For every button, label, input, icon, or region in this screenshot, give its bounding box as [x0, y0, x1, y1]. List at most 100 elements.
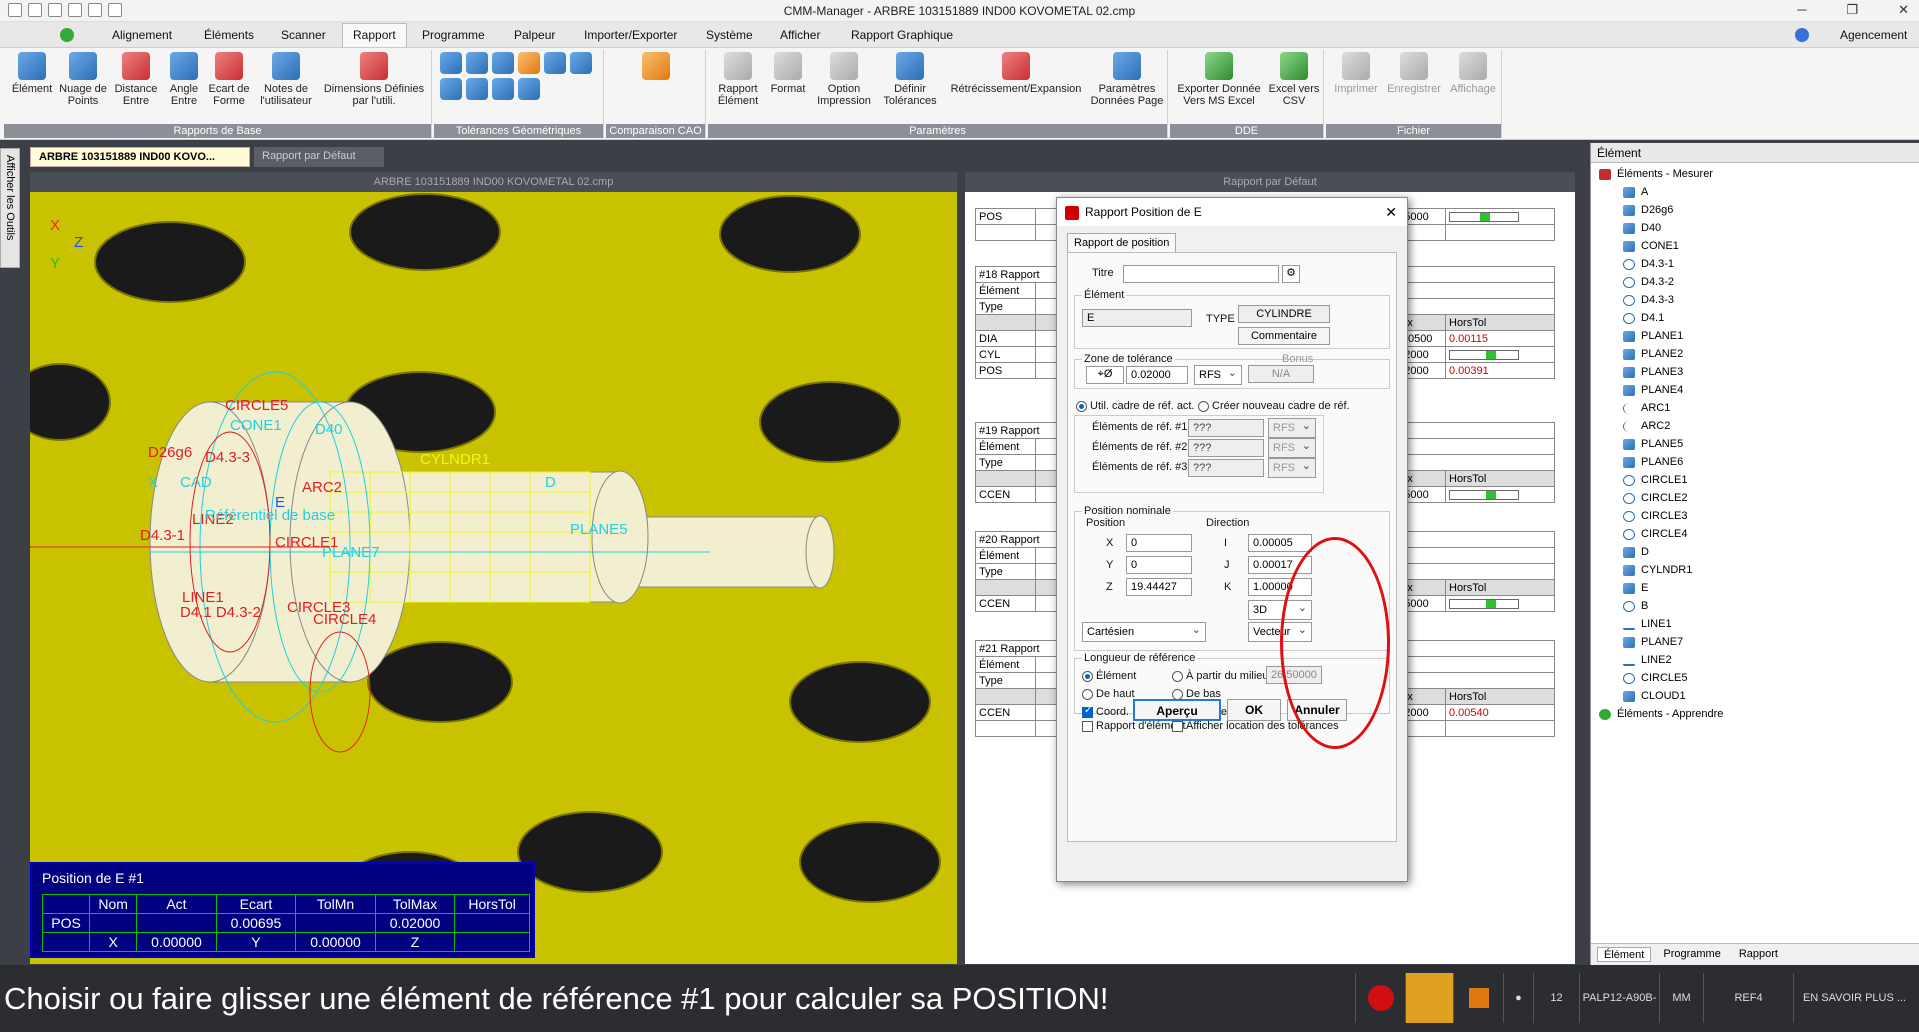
export-excel-button[interactable]: Exporter Donnée Vers MS Excel	[1174, 52, 1264, 107]
concentricity-icon[interactable]	[440, 78, 462, 100]
ref2-rfs-select[interactable]: RFS	[1268, 438, 1316, 458]
symmetry-icon[interactable]	[492, 78, 514, 100]
close-button[interactable]: ✕	[1898, 2, 1909, 18]
display-button[interactable]: Affichage	[1446, 52, 1500, 95]
straightness-icon[interactable]	[440, 52, 462, 74]
ref3-field[interactable]: ???	[1188, 459, 1264, 477]
menu-rapport-graphique[interactable]: Rapport Graphique	[851, 28, 953, 42]
length-element-radio[interactable]	[1082, 671, 1093, 682]
coord-checkbox[interactable]	[1082, 705, 1093, 718]
tab-programme[interactable]: Programme	[1657, 947, 1726, 962]
define-tolerances-button[interactable]: Définir Tolérances	[878, 52, 942, 107]
tree-item[interactable]: CYLNDR1	[1599, 561, 1723, 579]
ref2-field[interactable]: ???	[1188, 439, 1264, 457]
tree-item[interactable]: PLANE3	[1599, 363, 1723, 381]
tree-item[interactable]: D40	[1599, 219, 1723, 237]
gear-icon[interactable]: ⚙	[1282, 265, 1300, 283]
point-cloud-button[interactable]: Nuage de Points	[56, 52, 110, 107]
unit-indicator[interactable]: MM	[1659, 973, 1703, 1023]
tolerance-location-checkbox[interactable]	[1172, 721, 1183, 732]
menu-scanner[interactable]: Scanner	[281, 28, 326, 42]
tree-root-learn[interactable]: Éléments - Apprendre	[1599, 705, 1723, 723]
parallelism-icon[interactable]	[492, 52, 514, 74]
menu-alignement[interactable]: Alignement	[112, 28, 172, 42]
preview-button[interactable]: Aperçu	[1133, 699, 1221, 721]
tree-item[interactable]: CLOUD1	[1599, 687, 1723, 705]
user-notes-button[interactable]: Notes de l'utilisateur	[256, 52, 316, 107]
learn-more-link[interactable]: EN SAVOIR PLUS ...	[1793, 973, 1915, 1023]
cad-compare-icon[interactable]	[642, 52, 670, 80]
reference-indicator[interactable]: REF4	[1703, 973, 1793, 1023]
stop-icon[interactable]	[1355, 973, 1405, 1023]
print-button[interactable]: Imprimer	[1330, 52, 1382, 95]
pattern-icon[interactable]	[544, 52, 566, 74]
tree-item[interactable]: CIRCLE4	[1599, 525, 1723, 543]
distance-button[interactable]: Distance Entre	[112, 52, 160, 107]
i-input[interactable]: 0.00005	[1248, 534, 1312, 552]
create-new-ref-radio[interactable]	[1198, 401, 1209, 412]
ref1-field[interactable]: ???	[1188, 419, 1264, 437]
comment-button[interactable]: Commentaire	[1238, 327, 1330, 345]
shrinkage-button[interactable]: Rétrécissement/Expansion	[946, 52, 1086, 95]
home-icon[interactable]	[60, 28, 74, 42]
excel-csv-button[interactable]: Excel vers CSV	[1268, 52, 1320, 107]
element-report-checkbox[interactable]	[1082, 721, 1093, 732]
tree-item[interactable]: PLANE7	[1599, 633, 1723, 651]
tree-item[interactable]: CONE1	[1599, 237, 1723, 255]
cad-viewport[interactable]: X Z Y CIRCLE5 CONE1 D40 D26g6 D4.3-3 CAD…	[30, 172, 957, 964]
menu-programme[interactable]: Programme	[422, 28, 485, 42]
tab-model[interactable]: ARBRE 103151889 IND00 KOVO...	[30, 147, 250, 167]
rfs-select[interactable]: RFS	[1194, 365, 1242, 385]
tree-item[interactable]: B	[1599, 597, 1723, 615]
tree-item[interactable]: CIRCLE2	[1599, 489, 1723, 507]
length-middle-radio[interactable]	[1172, 671, 1183, 682]
tree-item[interactable]: LINE1	[1599, 615, 1723, 633]
tree-item[interactable]: D4.3-2	[1599, 273, 1723, 291]
minimize-button[interactable]: ─	[1797, 2, 1806, 18]
print-option-button[interactable]: Option Impression	[814, 52, 874, 107]
title-input[interactable]	[1123, 265, 1279, 283]
x-input[interactable]: 0	[1126, 534, 1192, 552]
runout-icon[interactable]	[466, 78, 488, 100]
tolerance-input[interactable]: 0.02000	[1126, 366, 1188, 384]
maximize-button[interactable]: ❐	[1846, 2, 1858, 18]
element-report-button[interactable]: Élément	[10, 52, 54, 95]
y-input[interactable]: 0	[1126, 556, 1192, 574]
tree-item[interactable]: LINE2	[1599, 651, 1723, 669]
tab-element[interactable]: Élément	[1597, 947, 1652, 962]
ok-button[interactable]: OK	[1227, 699, 1281, 721]
element-report-settings-button[interactable]: Rapport Élément	[714, 52, 762, 107]
tree-item[interactable]: D26g6	[1599, 201, 1723, 219]
coord-system-select[interactable]: Cartésien	[1082, 622, 1206, 642]
angularity-icon[interactable]	[466, 52, 488, 74]
tree-item[interactable]: D4.1	[1599, 309, 1723, 327]
tree-root-measure[interactable]: Éléments - Mesurer	[1599, 165, 1723, 183]
tree-item[interactable]: D4.3-3	[1599, 291, 1723, 309]
tree-item[interactable]: PLANE4	[1599, 381, 1723, 399]
perpendicularity-icon[interactable]	[570, 52, 592, 74]
ref3-rfs-select[interactable]: RFS	[1268, 458, 1316, 478]
menu-systeme[interactable]: Système	[706, 28, 753, 42]
tree-item[interactable]: D	[1599, 543, 1723, 561]
menu-importer-exporter[interactable]: Importer/Exporter	[584, 28, 677, 42]
tab-default-report[interactable]: Rapport par Défaut	[254, 147, 384, 167]
layout-menu[interactable]: Agencement	[1840, 28, 1907, 42]
probe-name[interactable]: PALP12-A90B-	[1579, 973, 1659, 1023]
tree-item[interactable]: ARC2	[1599, 417, 1723, 435]
tree-item[interactable]: CIRCLE1	[1599, 471, 1723, 489]
tree-item[interactable]: ARC1	[1599, 399, 1723, 417]
tab-rapport[interactable]: Rapport	[1733, 947, 1784, 962]
profile-icon[interactable]	[518, 78, 540, 100]
menu-elements[interactable]: Éléments	[204, 28, 254, 42]
tree-item[interactable]: PLANE2	[1599, 345, 1723, 363]
menu-afficher[interactable]: Afficher	[780, 28, 820, 42]
machine-icon[interactable]	[1453, 973, 1503, 1023]
tree-item[interactable]: E	[1599, 579, 1723, 597]
tree-item[interactable]: CIRCLE3	[1599, 507, 1723, 525]
tree-item[interactable]: D4.3-1	[1599, 255, 1723, 273]
tree-item[interactable]: A	[1599, 183, 1723, 201]
user-dimensions-button[interactable]: Dimensions Définies par l'utili.	[318, 52, 430, 107]
menu-rapport[interactable]: Rapport	[342, 23, 407, 47]
angle-button[interactable]: Angle Entre	[164, 52, 204, 107]
length-top-radio[interactable]	[1082, 689, 1093, 700]
